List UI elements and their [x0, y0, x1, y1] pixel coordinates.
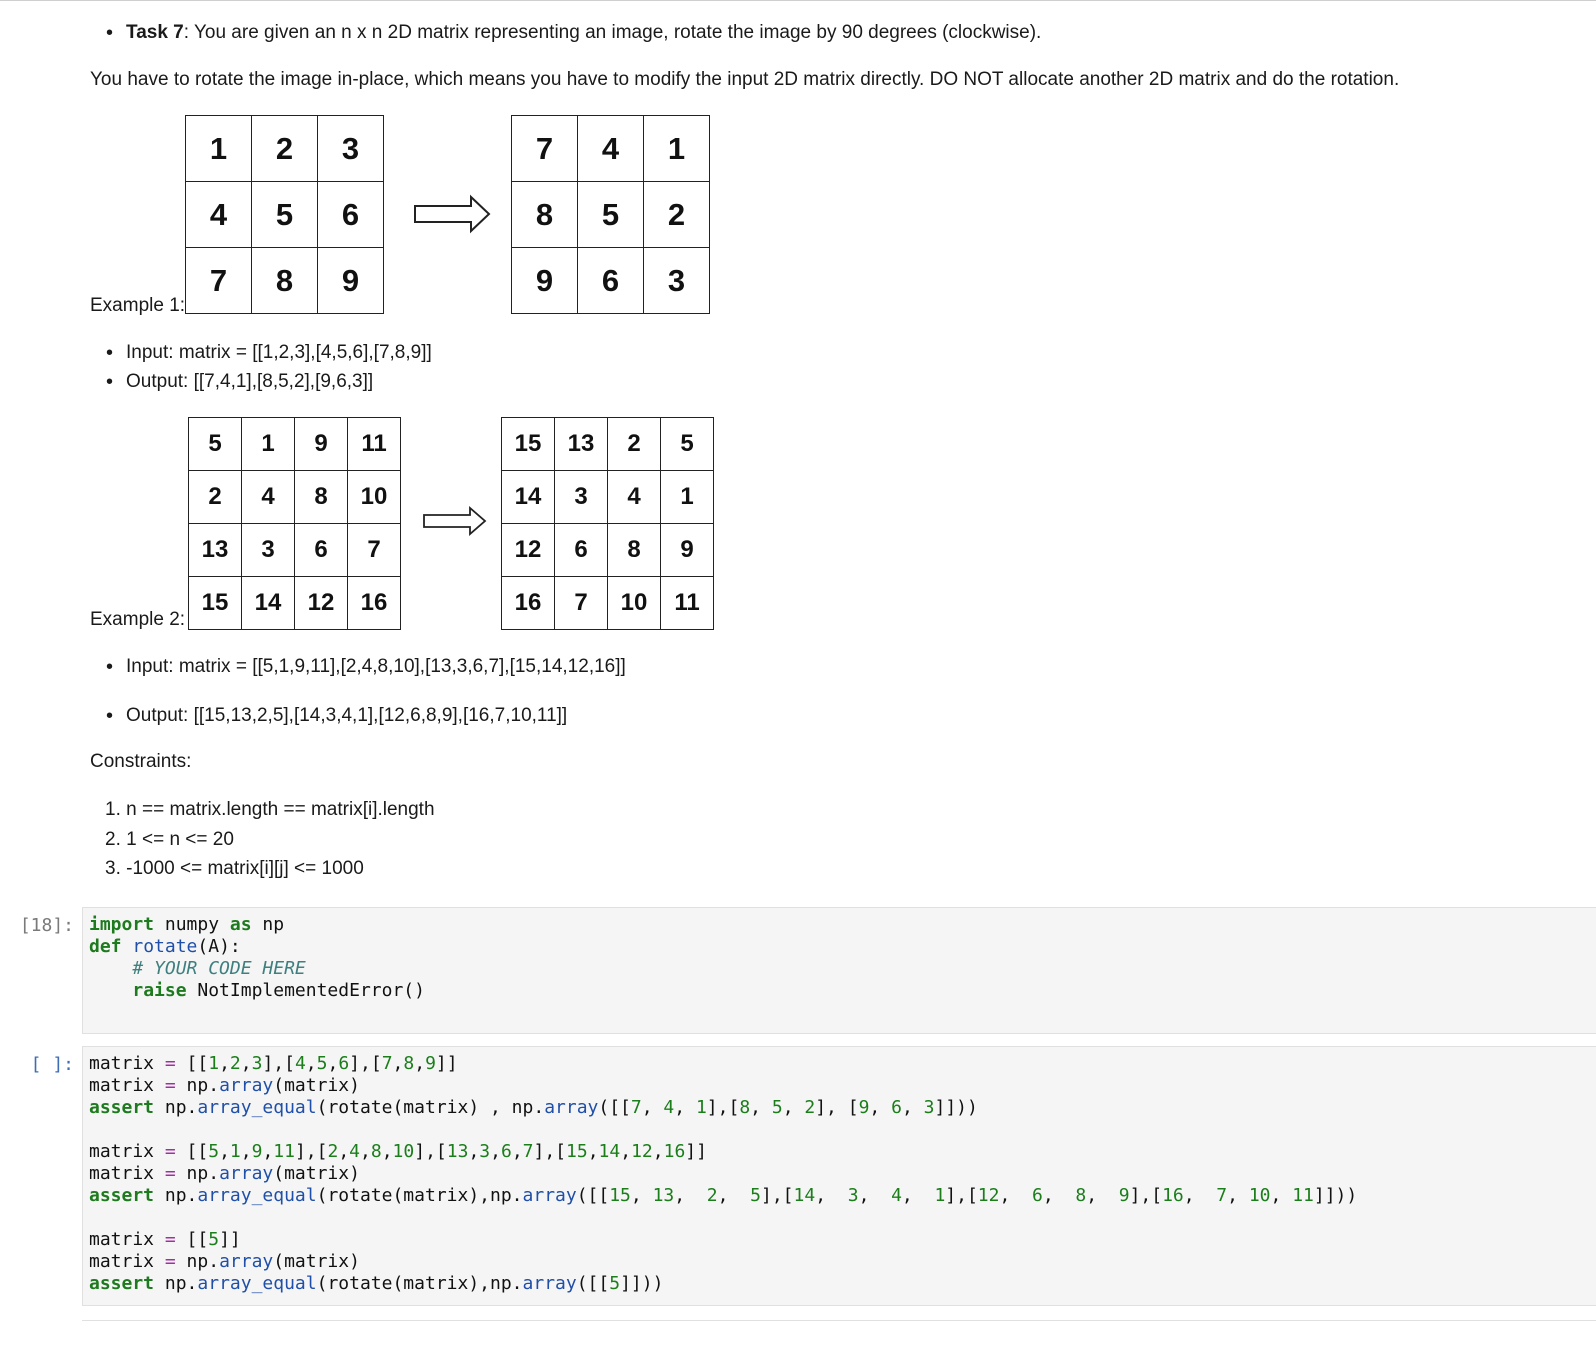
code-cell-rotate-definition[interactable]: import numpy as np def rotate(A): # YOUR… — [82, 907, 1596, 1034]
matrix-cell: 2 — [643, 181, 710, 248]
matrix-cell: 13 — [188, 523, 242, 577]
matrix-cell: 1 — [660, 470, 714, 524]
matrix-cell: 2 — [251, 115, 318, 182]
matrix-cell: 7 — [511, 115, 578, 182]
matrix-cell: 10 — [347, 470, 401, 524]
example1-input: Input: matrix = [[1,2,3],[4,5,6],[7,8,9]… — [106, 342, 432, 364]
example1-label: Example 1: — [90, 295, 186, 316]
matrix-cell: 6 — [294, 523, 348, 577]
constraint-number: 3. — [105, 858, 121, 879]
matrix-cell: 8 — [607, 523, 661, 577]
matrix-cell: 8 — [294, 470, 348, 524]
matrix-cell: 12 — [501, 523, 555, 577]
matrix-row: 2 4 8 10 — [188, 470, 401, 524]
matrix-cell: 13 — [554, 417, 608, 471]
matrix-cell: 10 — [607, 576, 661, 630]
matrix-cell: 5 — [660, 417, 714, 471]
constraint-item: 3. -1000 <= matrix[i][j] <= 1000 — [105, 858, 364, 880]
cell-execution-count: [18]: — [19, 915, 74, 936]
matrix-cell: 16 — [347, 576, 401, 630]
task-label: Task 7 — [126, 22, 184, 43]
example2-label: Example 2: — [90, 609, 186, 630]
constraint-text: -1000 <= matrix[i][j] <= 1000 — [126, 858, 364, 879]
constraint-number: 1. — [105, 799, 121, 820]
matrix-row: 963 — [511, 247, 710, 314]
matrix-cell: 3 — [554, 470, 608, 524]
example2-input-matrix: 5 1 9 11 2 4 8 10 13 3 6 7 15 14 12 16 — [188, 417, 401, 630]
constraint-text: n == matrix.length == matrix[i].length — [126, 799, 435, 820]
matrix-cell: 12 — [294, 576, 348, 630]
next-cell-edge — [82, 1320, 1596, 1351]
example1-output: Output: [[7,4,1],[8,5,2],[9,6,3]] — [106, 371, 373, 393]
matrix-cell: 1 — [185, 115, 252, 182]
matrix-cell: 16 — [501, 576, 555, 630]
matrix-row: 741 — [511, 115, 710, 182]
code-cell-tests[interactable]: matrix = [[1,2,3],[4,5,6],[7,8,9]] matri… — [82, 1046, 1596, 1306]
matrix-cell: 14 — [501, 470, 555, 524]
example1-input-matrix: 123456789 — [185, 115, 384, 314]
matrix-cell: 11 — [660, 576, 714, 630]
matrix-cell: 14 — [241, 576, 295, 630]
cell-execution-count: [ ]: — [30, 1054, 74, 1075]
matrix-row: 123 — [185, 115, 384, 182]
matrix-cell: 6 — [317, 181, 384, 248]
matrix-cell: 2 — [188, 470, 242, 524]
example1-output-matrix: 741852963 — [511, 115, 710, 314]
matrix-cell: 6 — [554, 523, 608, 577]
right-arrow-icon — [423, 506, 487, 536]
matrix-row: 789 — [185, 247, 384, 314]
matrix-cell: 1 — [241, 417, 295, 471]
constraint-item: 2. 1 <= n <= 20 — [105, 829, 234, 851]
task-bullet: Task 7: You are given an n x n 2D matrix… — [106, 22, 1042, 44]
matrix-row: 456 — [185, 181, 384, 248]
matrix-cell: 7 — [347, 523, 401, 577]
constraint-item: 1. n == matrix.length == matrix[i].lengt… — [105, 799, 435, 821]
matrix-row: 16 7 10 11 — [501, 576, 714, 630]
matrix-cell: 4 — [577, 115, 644, 182]
matrix-cell: 5 — [251, 181, 318, 248]
matrix-row: 15 13 2 5 — [501, 417, 714, 471]
matrix-cell: 8 — [511, 181, 578, 248]
matrix-cell: 15 — [501, 417, 555, 471]
matrix-cell: 6 — [577, 247, 644, 314]
task-description: You have to rotate the image in-place, w… — [90, 69, 1400, 90]
matrix-cell: 3 — [241, 523, 295, 577]
matrix-cell: 9 — [511, 247, 578, 314]
code-editor[interactable]: matrix = [[1,2,3],[4,5,6],[7,8,9]] matri… — [89, 1053, 1357, 1295]
matrix-cell: 9 — [294, 417, 348, 471]
matrix-cell: 4 — [241, 470, 295, 524]
matrix-row: 14 3 4 1 — [501, 470, 714, 524]
matrix-cell: 8 — [251, 247, 318, 314]
matrix-cell: 9 — [660, 523, 714, 577]
matrix-cell: 3 — [317, 115, 384, 182]
matrix-cell: 7 — [185, 247, 252, 314]
matrix-cell: 5 — [188, 417, 242, 471]
matrix-cell: 15 — [188, 576, 242, 630]
matrix-cell: 1 — [643, 115, 710, 182]
matrix-cell: 7 — [554, 576, 608, 630]
constraints-title: Constraints: — [90, 751, 192, 772]
matrix-row: 12 6 8 9 — [501, 523, 714, 577]
matrix-row: 15 14 12 16 — [188, 576, 401, 630]
matrix-cell: 3 — [643, 247, 710, 314]
constraint-number: 2. — [105, 829, 121, 850]
code-editor[interactable]: import numpy as np def rotate(A): # YOUR… — [89, 914, 425, 1002]
matrix-cell: 9 — [317, 247, 384, 314]
example2-output-matrix: 15 13 2 5 14 3 4 1 12 6 8 9 16 7 10 11 — [501, 417, 714, 630]
matrix-row: 852 — [511, 181, 710, 248]
matrix-row: 5 1 9 11 — [188, 417, 401, 471]
matrix-cell: 5 — [577, 181, 644, 248]
right-arrow-icon — [414, 194, 491, 234]
matrix-cell: 4 — [185, 181, 252, 248]
task-text: : You are given an n x n 2D matrix repre… — [183, 22, 1042, 43]
matrix-cell: 4 — [607, 470, 661, 524]
constraint-text: 1 <= n <= 20 — [126, 829, 234, 850]
matrix-cell: 2 — [607, 417, 661, 471]
matrix-cell: 11 — [347, 417, 401, 471]
matrix-row: 13 3 6 7 — [188, 523, 401, 577]
notebook-top-border — [0, 0, 1596, 4]
example2-output: Output: [[15,13,2,5],[14,3,4,1],[12,6,8,… — [106, 705, 567, 727]
example2-input: Input: matrix = [[5,1,9,11],[2,4,8,10],[… — [106, 656, 626, 678]
